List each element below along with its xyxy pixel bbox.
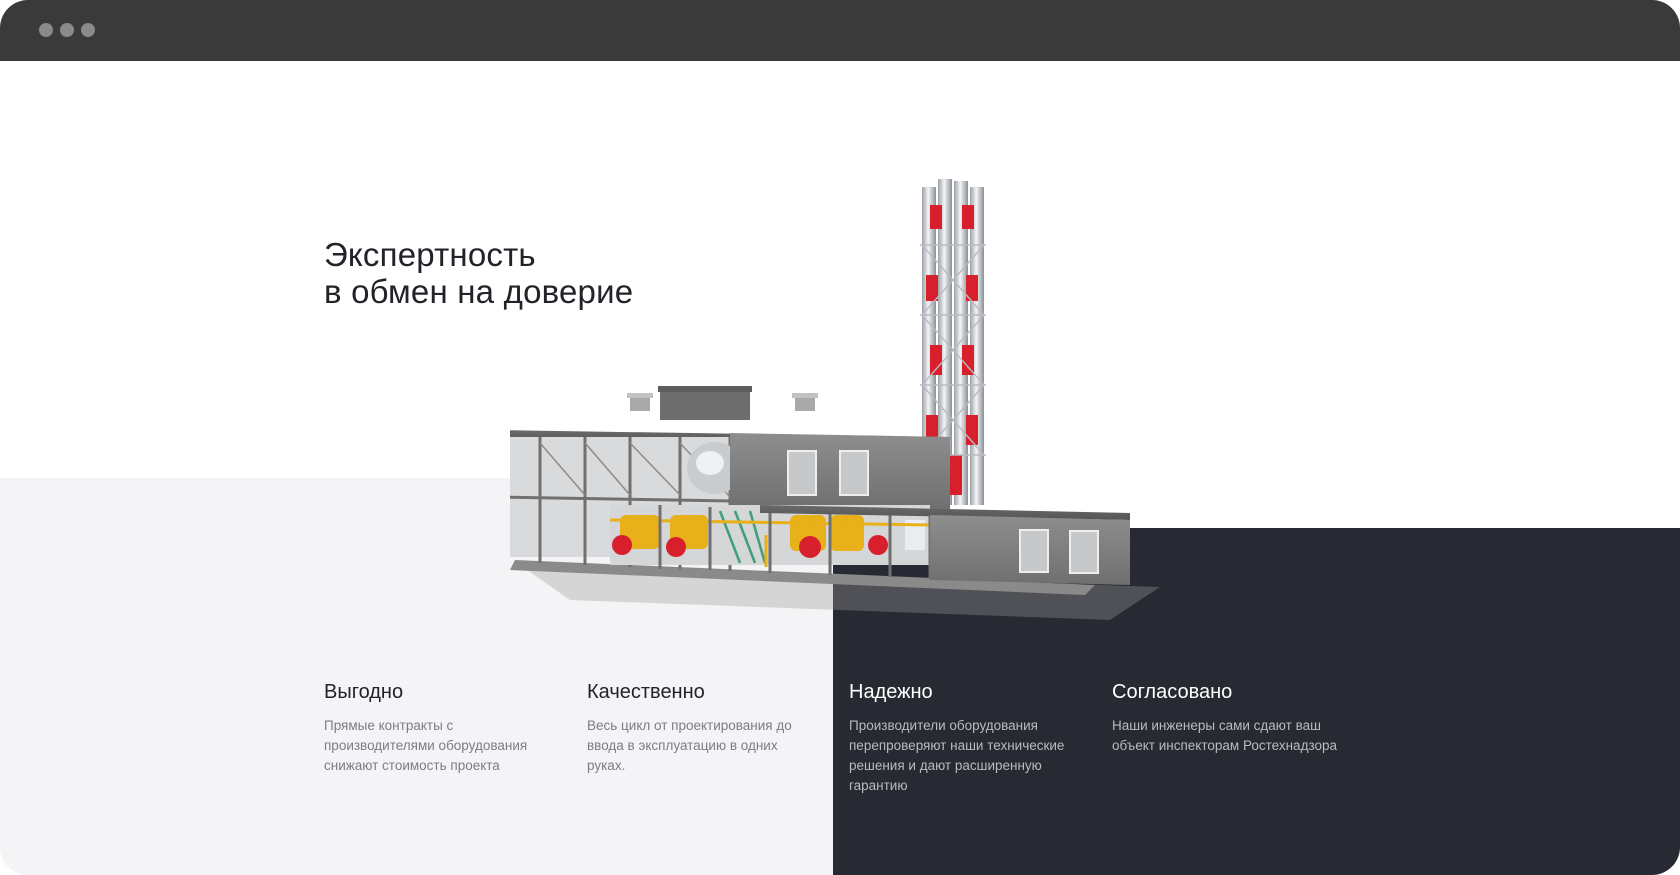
roof-vents	[627, 386, 818, 420]
boiler-house-illustration	[510, 179, 1160, 620]
feature-title: Выгодно	[324, 681, 404, 703]
window-dot-icon[interactable]	[81, 23, 95, 37]
feature-title: Согласовано	[1112, 681, 1233, 703]
feature-title: Качественно	[587, 681, 705, 703]
window-titlebar	[0, 0, 1680, 61]
feature-text: Производители оборудования перепроверяют…	[849, 718, 1065, 793]
feature-title: Надежно	[849, 681, 933, 703]
feature-item-reliable: Надежно Производители оборудования переп…	[849, 680, 1079, 796]
feature-text: Наши инженеры сами сдают ваш объект инсп…	[1112, 718, 1338, 753]
feature-text: Прямые контракты с производителями обору…	[324, 718, 528, 773]
feature-text: Весь цикл от проектирования до ввода в э…	[587, 718, 792, 773]
feature-item-approved: Согласовано Наши инженеры сами сдают ваш…	[1112, 680, 1342, 756]
feature-item-profitable: Выгодно Прямые контракты с производителя…	[324, 680, 554, 776]
window-dot-icon[interactable]	[39, 23, 53, 37]
feature-item-quality: Качественно Весь цикл от проектирования …	[587, 680, 817, 776]
browser-window: Экспертность в обмен на доверие Выгодно …	[0, 0, 1680, 875]
window-dot-icon[interactable]	[60, 23, 74, 37]
